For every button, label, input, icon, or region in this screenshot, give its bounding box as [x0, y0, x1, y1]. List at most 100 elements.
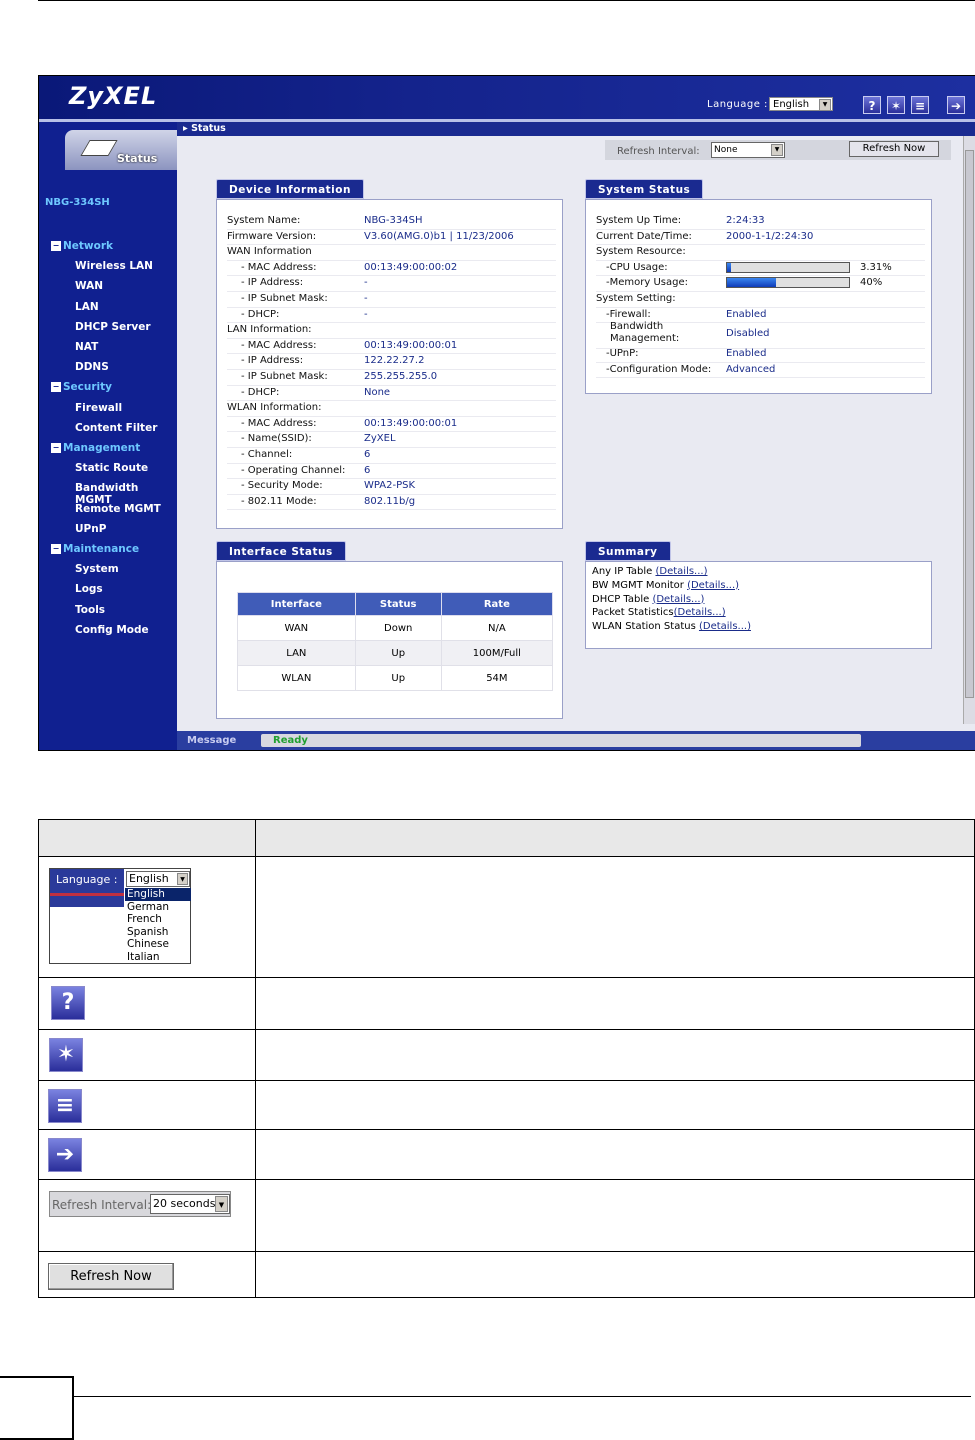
summary-label: WLAN Station Status: [592, 621, 699, 633]
refresh-demo-select[interactable]: 20 seconds ▼: [150, 1194, 230, 1214]
sidebar-item-config-mode[interactable]: Config Mode: [75, 624, 149, 636]
language-demo-select[interactable]: English ▼: [126, 871, 190, 887]
sidebar-item-ddns[interactable]: DDNS: [75, 361, 109, 373]
web-configurator-screenshot: ZyXEL Language : English ▼ ? ✶ ≡ ➔ Statu…: [38, 75, 975, 751]
sidebar-group-management[interactable]: − Management: [51, 442, 140, 454]
resource-row: System Resource:: [596, 244, 925, 261]
language-option[interactable]: Italian: [125, 951, 191, 964]
zyxel-logo: ZyXEL: [69, 82, 158, 110]
details-link[interactable]: (Details...): [674, 607, 726, 618]
language-option[interactable]: Chinese: [125, 938, 191, 951]
sidebar-group-security[interactable]: − Security: [51, 381, 112, 393]
sidebar-group-maintenance[interactable]: − Maintenance: [51, 543, 139, 555]
chevron-down-icon: ▼: [771, 144, 783, 156]
language-option[interactable]: French: [125, 913, 191, 926]
device-info-row: - DHCP: None: [227, 385, 556, 402]
logout-icon[interactable]: ➔: [947, 96, 965, 114]
memory-usage-fill: [727, 278, 776, 288]
help-icon[interactable]: ?: [863, 96, 881, 114]
sidebar-item-nat[interactable]: NAT: [75, 341, 98, 353]
sidebar-item-wireless-lan[interactable]: Wireless LAN: [75, 260, 153, 272]
device-info-key: WAN Information: [227, 246, 312, 258]
language-dropdown-demo[interactable]: Language : English ▼ English German French…: [49, 868, 191, 964]
sidebar-item-static-route[interactable]: Static Route: [75, 462, 148, 474]
scrollbar-thumb[interactable]: [965, 150, 974, 698]
device-info-row: - Operating Channel: 6: [227, 463, 556, 480]
summary-line: Packet Statistics(Details...): [592, 606, 726, 620]
main-content: Refresh Interval: None ▼ Refresh Now Dev…: [177, 136, 963, 724]
refresh-interval-demo[interactable]: Refresh Interval: 20 seconds ▼: [49, 1191, 231, 1217]
sidebar-item-lan[interactable]: LAN: [75, 301, 99, 313]
sidebar-item-remote-mgmt[interactable]: Remote MGMT: [75, 503, 161, 515]
collapse-icon[interactable]: −: [51, 544, 61, 554]
refresh-now-demo-button[interactable]: Refresh Now: [48, 1263, 174, 1290]
table-cell: WAN: [237, 615, 356, 641]
uptime-row: System Up Time: 2:24:33: [596, 213, 925, 230]
device-info-row: - MAC Address: 00:13:49:00:00:02: [227, 260, 556, 277]
column-header-rate: Rate: [440, 592, 554, 616]
refresh-interval-select[interactable]: None ▼: [711, 142, 785, 158]
setting-label: System Setting:: [596, 293, 676, 304]
language-demo-label: Language :: [56, 873, 118, 886]
device-info-row: - IP Address: -: [227, 275, 556, 292]
breadcrumb-label: Status: [191, 123, 226, 134]
help-icon: ?: [51, 986, 85, 1020]
sidebar-item-dhcp-server[interactable]: DHCP Server: [75, 321, 151, 333]
details-link[interactable]: (Details...): [687, 580, 739, 591]
collapse-icon[interactable]: −: [51, 382, 61, 393]
collapse-icon[interactable]: −: [51, 443, 61, 453]
sidebar-item-tools[interactable]: Tools: [75, 604, 105, 616]
config-mode-label: -Configuration Mode:: [606, 363, 712, 375]
vertical-scrollbar[interactable]: [963, 136, 975, 724]
memory-label: -Memory Usage:: [606, 277, 688, 289]
sidebar-item-system[interactable]: System: [75, 563, 119, 575]
cpu-row: -CPU Usage: 3.31%: [596, 260, 925, 277]
refresh-interval-row: Refresh Interval: 20 seconds ▼: [39, 1179, 974, 1251]
table-cell: Up: [354, 665, 442, 691]
page-number-box: [0, 1376, 74, 1440]
wizard-icon[interactable]: ✶: [887, 96, 905, 114]
device-info-row: - MAC Address: 00:13:49:00:00:01: [227, 416, 556, 433]
logout-icon: ➔: [48, 1138, 82, 1172]
device-info-value: -: [364, 308, 368, 320]
sidebar-item-logs[interactable]: Logs: [75, 583, 103, 595]
config-mode-value: Advanced: [726, 363, 776, 375]
details-link[interactable]: (Details...): [699, 621, 751, 632]
sidebar-item-upnp[interactable]: UPnP: [75, 523, 106, 535]
wizard-icon: ✶: [49, 1038, 83, 1072]
language-demo-red-line: [50, 893, 124, 896]
language-option[interactable]: Spanish: [125, 926, 191, 939]
router-icon: [80, 140, 118, 156]
refresh-interval-value: None: [714, 145, 738, 155]
device-info-value: -: [364, 293, 368, 304]
device-info-row: - MAC Address: 00:13:49:00:00:01: [227, 338, 556, 355]
device-info-key: - IP Address:: [241, 277, 304, 289]
about-icon[interactable]: ≡: [911, 96, 929, 114]
summary-line: DHCP Table (Details...): [592, 593, 704, 607]
sidebar-item-content-filter[interactable]: Content Filter: [75, 422, 157, 434]
page-footer-rule: [74, 1396, 971, 1397]
collapse-icon[interactable]: −: [51, 241, 61, 251]
refresh-now-button[interactable]: Refresh Now: [849, 141, 939, 157]
device-info-value: ZyXEL: [364, 433, 396, 445]
sidebar-group-network[interactable]: − Network: [51, 240, 113, 252]
language-option[interactable]: English: [125, 888, 191, 901]
help-row: ?: [39, 977, 974, 1029]
uptime-label: System Up Time:: [596, 215, 682, 226]
language-select[interactable]: English ▼: [769, 97, 833, 111]
language-option[interactable]: German: [125, 901, 191, 914]
sidebar-group-label: Management: [63, 442, 141, 454]
memory-usage-bar: [726, 277, 850, 289]
memory-row: -Memory Usage: 40%: [596, 275, 925, 292]
details-link[interactable]: (Details...): [652, 594, 704, 605]
device-info-row: LAN Information:: [227, 322, 556, 339]
status-tab[interactable]: Status: [65, 130, 177, 170]
upnp-label: -UPnP:: [606, 348, 639, 359]
details-link[interactable]: (Details...): [655, 566, 707, 577]
sidebar-item-firewall[interactable]: Firewall: [75, 402, 122, 414]
device-info-key: - 802.11 Mode:: [241, 495, 317, 507]
message-bar: Message Ready: [177, 731, 975, 750]
device-info-value: WPA2-PSK: [364, 480, 416, 492]
sidebar-item-wan[interactable]: WAN: [75, 280, 103, 292]
refresh-bar: Refresh Interval: None ▼ Refresh Now: [605, 140, 951, 160]
